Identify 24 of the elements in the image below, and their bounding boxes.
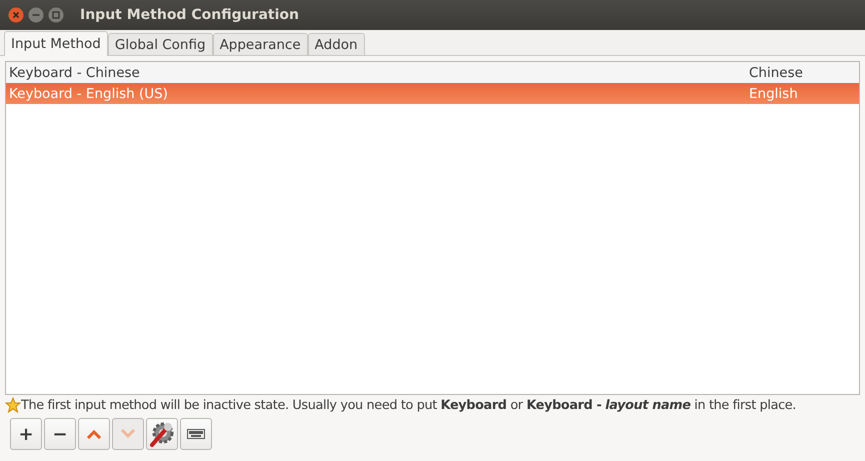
keyboard-icon	[187, 429, 205, 439]
method-name: Keyboard - English (US)	[9, 86, 169, 102]
method-name: Keyboard - Chinese	[9, 64, 141, 80]
wrench-gear-icon	[149, 421, 175, 447]
tab[interactable]: Appearance	[212, 33, 308, 55]
minimize-icon[interactable]	[28, 7, 44, 23]
tab[interactable]: Input Method	[4, 31, 108, 56]
add-button[interactable]: +	[10, 418, 42, 450]
maximize-icon[interactable]	[48, 7, 64, 23]
chevron-down-icon	[120, 429, 136, 439]
star-icon	[5, 397, 21, 413]
tab[interactable]: Global Config	[108, 33, 213, 55]
chevron-up-icon	[86, 429, 102, 439]
close-icon[interactable]	[8, 7, 24, 23]
configure-button[interactable]	[146, 418, 178, 450]
hint-text: The first input method will be inactive state. Usually you need to put Keyboard or Keyboard - layout name in the first place.	[21, 398, 796, 412]
window-title: Input Method Configuration	[80, 7, 299, 23]
method-language: Chinese	[749, 64, 804, 80]
keyboard-layout-button[interactable]	[180, 418, 212, 450]
remove-button[interactable]: −	[44, 418, 76, 450]
tab[interactable]: Addon	[308, 33, 365, 55]
move-up-button[interactable]	[78, 418, 110, 450]
method-language: English	[749, 86, 799, 102]
list-row[interactable]: Keyboard - Chinese Chinese	[6, 62, 859, 83]
